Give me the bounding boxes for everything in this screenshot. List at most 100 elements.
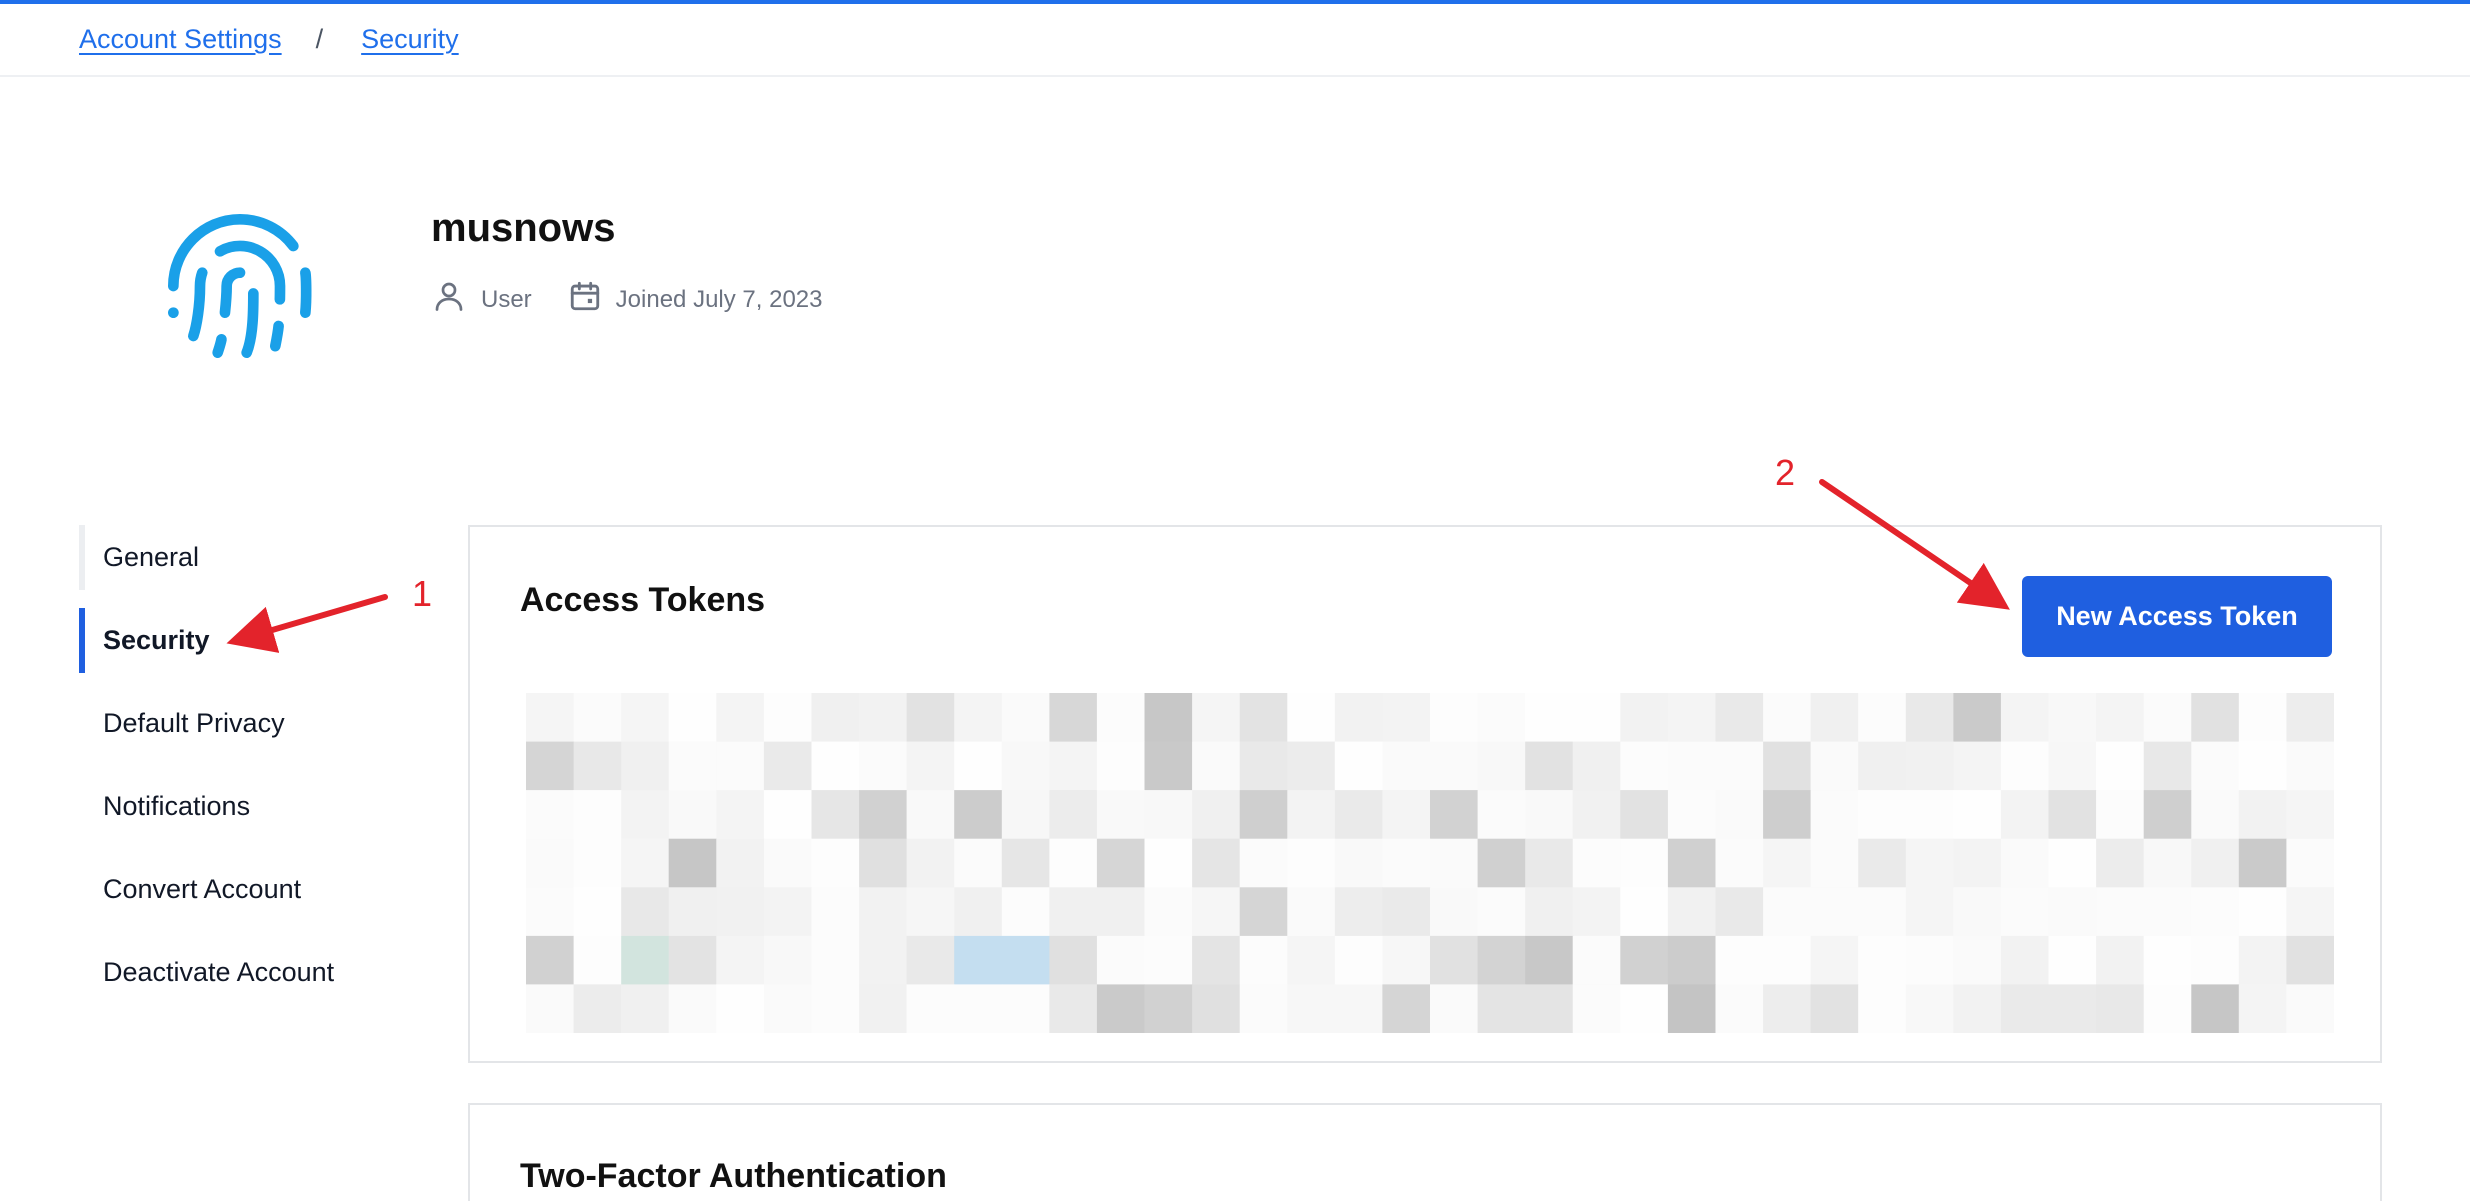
pixel-cell <box>2238 887 2287 937</box>
breadcrumb-security-link[interactable]: Security <box>361 24 459 55</box>
breadcrumb-bar: Account Settings / Security <box>0 4 2470 77</box>
profile-role: User <box>431 278 532 321</box>
pixel-cell <box>1287 887 1336 937</box>
pixel-cell <box>1715 741 1764 791</box>
pixel-cell <box>1192 887 1241 937</box>
pixel-cell <box>2238 693 2287 743</box>
pixel-cell <box>1810 887 1859 937</box>
pixel-cell <box>1001 984 1050 1033</box>
sidebar-item-security[interactable]: Security <box>79 608 439 673</box>
pixel-cell <box>859 741 908 791</box>
pixel-cell <box>1049 790 1098 840</box>
pixel-cell <box>1001 838 1050 888</box>
pixel-cell <box>2286 887 2334 937</box>
pixel-cell <box>1239 887 1288 937</box>
pixel-cell <box>2048 741 2097 791</box>
pixel-cell <box>1572 887 1621 937</box>
profile-joined-label: Joined July 7, 2023 <box>615 285 823 313</box>
sidebar-item-deactivate-account[interactable]: Deactivate Account <box>79 940 439 1005</box>
pixel-cell <box>2096 838 2145 888</box>
sidebar-item-notifications[interactable]: Notifications <box>79 774 439 839</box>
pixel-cell <box>954 741 1003 791</box>
pixel-cell <box>1049 984 1098 1033</box>
pixel-cell <box>2096 790 2145 840</box>
pixel-cell <box>763 741 812 791</box>
pixel-cell <box>1667 887 1716 937</box>
pixel-cell <box>1096 984 1145 1033</box>
pixel-cell <box>1953 741 2002 791</box>
pixel-cell <box>621 887 670 937</box>
pixel-cell <box>1192 935 1241 985</box>
pixel-cell <box>1239 790 1288 840</box>
pixel-cell <box>2238 935 2287 985</box>
pixel-cell <box>1525 741 1574 791</box>
pixel-cell <box>2143 887 2192 937</box>
pixel-cell <box>1144 887 1193 937</box>
pixel-cell <box>1810 693 1859 743</box>
pixel-cell <box>668 984 717 1033</box>
pixel-cell <box>1858 935 1907 985</box>
sidebar-item-general[interactable]: General <box>79 525 439 590</box>
pixel-cell <box>2000 741 2049 791</box>
breadcrumb-account-settings-link[interactable]: Account Settings <box>79 24 282 55</box>
pixel-cell <box>1763 984 1812 1033</box>
pixel-cell <box>1096 693 1145 743</box>
new-access-token-button[interactable]: New Access Token <box>2022 576 2332 657</box>
pixel-cell <box>811 935 860 985</box>
pixel-cell <box>668 693 717 743</box>
pixel-cell <box>1715 693 1764 743</box>
pixel-cell <box>1287 790 1336 840</box>
pixel-cell <box>1001 741 1050 791</box>
pixel-cell <box>1477 790 1526 840</box>
pixel-cell <box>1858 741 1907 791</box>
pixel-cell <box>2143 838 2192 888</box>
pixel-cell <box>1192 693 1241 743</box>
pixel-cell <box>1905 693 1954 743</box>
pixel-cell <box>1334 693 1383 743</box>
pixel-cell <box>1382 838 1431 888</box>
pixel-cell <box>763 935 812 985</box>
user-icon <box>431 278 481 321</box>
pixel-cell <box>2286 693 2334 743</box>
pixel-cell <box>859 693 908 743</box>
pixel-cell <box>2000 790 2049 840</box>
pixel-cell <box>1382 935 1431 985</box>
pixel-cell <box>1858 838 1907 888</box>
sidebar-item-default-privacy[interactable]: Default Privacy <box>79 691 439 756</box>
pixel-cell <box>2096 887 2145 937</box>
pixel-cell <box>1953 984 2002 1033</box>
breadcrumb: Account Settings / Security <box>79 24 459 55</box>
pixel-cell <box>1430 693 1479 743</box>
pixel-cell <box>906 887 955 937</box>
sidebar-item-convert-account[interactable]: Convert Account <box>79 857 439 922</box>
pixel-cell <box>2048 984 2097 1033</box>
pixel-cell <box>621 984 670 1033</box>
pixel-cell <box>2286 984 2334 1033</box>
pixel-cell <box>2191 887 2240 937</box>
pixel-cell <box>1905 984 1954 1033</box>
pixel-cell <box>621 790 670 840</box>
pixel-cell <box>1049 887 1098 937</box>
pixel-cell <box>1525 790 1574 840</box>
pixel-cell <box>1858 887 1907 937</box>
pixel-cell <box>1477 984 1526 1033</box>
fingerprint-icon <box>160 206 320 366</box>
pixel-cell <box>1192 984 1241 1033</box>
pixel-cell <box>2143 935 2192 985</box>
pixel-cell <box>954 887 1003 937</box>
pixel-cell <box>1667 984 1716 1033</box>
pixel-cell <box>954 838 1003 888</box>
pixel-cell <box>2000 984 2049 1033</box>
pixel-cell <box>1667 935 1716 985</box>
pixel-cell <box>1334 984 1383 1033</box>
pixel-cell <box>716 935 765 985</box>
pixel-cell <box>2191 838 2240 888</box>
pixel-cell <box>1572 741 1621 791</box>
pixel-cell <box>1192 838 1241 888</box>
pixel-cell <box>2238 741 2287 791</box>
pixel-cell <box>1144 741 1193 791</box>
pixel-cell <box>1858 984 1907 1033</box>
pixel-cell <box>716 693 765 743</box>
pixel-cell <box>668 887 717 937</box>
pixel-cell <box>573 693 622 743</box>
